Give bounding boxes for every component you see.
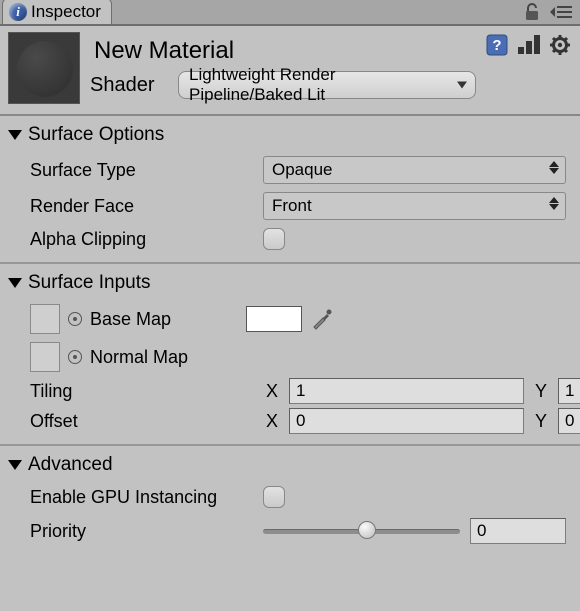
eyedropper-icon[interactable] (310, 307, 334, 331)
render-face-label: Render Face (30, 196, 263, 217)
surface-type-dropdown[interactable]: Opaque (263, 156, 566, 184)
surface-type-label: Surface Type (30, 160, 263, 181)
object-picker-icon[interactable] (68, 350, 82, 364)
foldout-surface-options[interactable]: Surface Options (0, 118, 580, 152)
triangle-down-icon (8, 460, 22, 470)
offset-label: Offset (30, 411, 263, 432)
base-map-color[interactable] (246, 306, 302, 332)
section-title: Surface Inputs (28, 272, 151, 294)
info-icon: i (9, 3, 27, 21)
render-face-value: Front (272, 196, 312, 216)
shader-value: Lightweight Render Pipeline/Baked Lit (189, 65, 453, 105)
render-face-dropdown[interactable]: Front (263, 192, 566, 220)
alpha-clipping-label: Alpha Clipping (30, 229, 263, 250)
section-title: Surface Options (28, 124, 164, 146)
section-advanced: Advanced Enable GPU Instancing Priority (0, 446, 580, 558)
surface-type-value: Opaque (272, 160, 333, 180)
tab-strip: i Inspector (0, 0, 580, 26)
material-preview[interactable] (8, 32, 80, 104)
help-icon[interactable]: ? (486, 34, 508, 56)
axis-y-label: Y (532, 381, 550, 402)
tiling-y-input[interactable] (558, 378, 580, 404)
tiling-x-input[interactable] (289, 378, 524, 404)
lock-icon[interactable] (524, 3, 540, 21)
chevron-down-icon (457, 82, 467, 89)
axis-x-label: X (263, 411, 281, 432)
svg-text:?: ? (492, 37, 501, 54)
slider-thumb[interactable] (358, 521, 376, 539)
triangle-down-icon (8, 130, 22, 140)
tiling-label: Tiling (30, 381, 263, 402)
foldout-surface-inputs[interactable]: Surface Inputs (0, 266, 580, 300)
axis-x-label: X (263, 381, 281, 402)
base-map-texture-slot[interactable] (30, 304, 60, 334)
priority-label: Priority (30, 521, 263, 542)
panel-menu-icon[interactable] (550, 5, 572, 19)
axis-y-label: Y (532, 411, 550, 432)
priority-input[interactable] (470, 518, 566, 544)
material-header: New Material Shader Lightweight Render P… (0, 26, 580, 116)
normal-map-label: Normal Map (90, 347, 188, 368)
priority-slider[interactable] (263, 520, 460, 542)
material-name[interactable]: New Material (90, 37, 476, 65)
offset-x-input[interactable] (289, 408, 524, 434)
gpu-instancing-label: Enable GPU Instancing (30, 487, 263, 508)
alpha-clipping-checkbox[interactable] (263, 228, 285, 250)
offset-y-input[interactable] (558, 408, 580, 434)
normal-map-texture-slot[interactable] (30, 342, 60, 372)
inspector-tab[interactable]: i Inspector (2, 0, 112, 24)
shader-label: Shader (90, 74, 166, 97)
gpu-instancing-checkbox[interactable] (263, 486, 285, 508)
shader-dropdown[interactable]: Lightweight Render Pipeline/Baked Lit (178, 71, 476, 99)
presets-icon[interactable] (518, 34, 540, 56)
section-title: Advanced (28, 454, 113, 476)
tab-title: Inspector (31, 2, 101, 22)
foldout-advanced[interactable]: Advanced (0, 448, 580, 482)
section-surface-options: Surface Options Surface Type Opaque Rend… (0, 116, 580, 264)
triangle-down-icon (8, 278, 22, 288)
section-surface-inputs: Surface Inputs Base Map Normal Map Tilin… (0, 264, 580, 446)
gear-icon[interactable] (550, 34, 572, 56)
object-picker-icon[interactable] (68, 312, 82, 326)
base-map-label: Base Map (90, 309, 238, 330)
